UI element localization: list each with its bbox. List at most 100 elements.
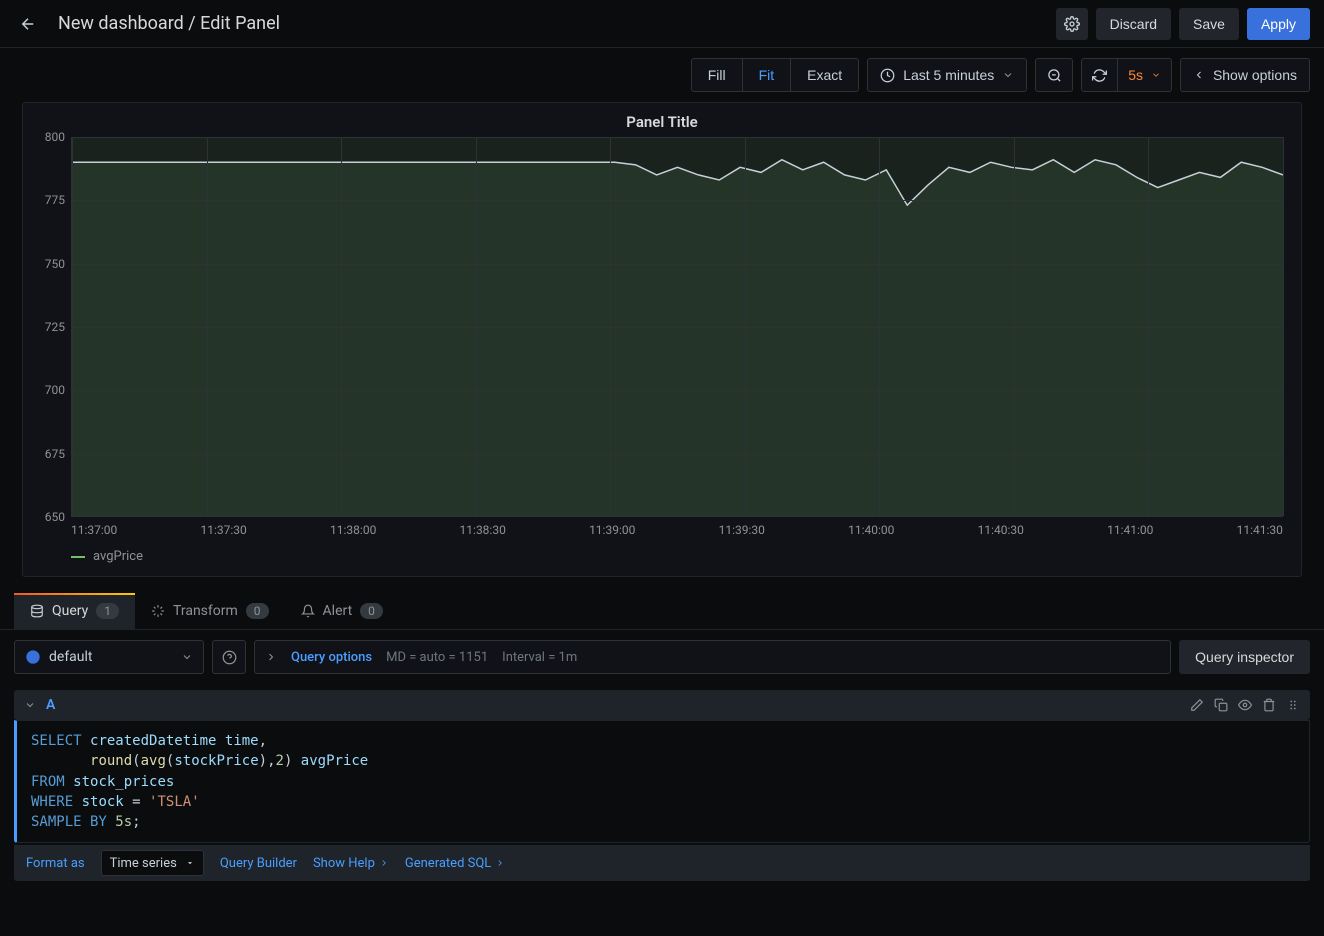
y-tick: 650 xyxy=(45,510,65,524)
query-editor: A SELECT createdDatetime time, round(avg… xyxy=(14,690,1310,881)
back-button[interactable] xyxy=(14,10,42,38)
x-tick: 11:40:30 xyxy=(978,523,1024,537)
pencil-icon xyxy=(1190,698,1204,712)
refresh-icon xyxy=(1092,68,1107,83)
query-options-interval: Interval = 1m xyxy=(502,650,577,665)
database-icon xyxy=(30,604,44,618)
x-tick: 11:37:00 xyxy=(71,523,117,537)
help-icon xyxy=(222,650,237,665)
refresh-segment: 5s xyxy=(1081,58,1172,92)
query-options-strip[interactable]: Query options MD = auto = 1151 Interval … xyxy=(254,640,1171,674)
save-button[interactable]: Save xyxy=(1179,8,1239,40)
chevron-down-icon xyxy=(1002,69,1014,81)
chevron-right-icon xyxy=(495,858,505,868)
tab-query[interactable]: Query 1 xyxy=(14,593,135,629)
breadcrumb: New dashboard / Edit Panel xyxy=(58,13,280,34)
clock-icon xyxy=(880,68,895,83)
query-row-header[interactable]: A xyxy=(14,690,1310,720)
y-axis: 650675700725750775800 xyxy=(31,137,71,517)
x-tick: 11:38:30 xyxy=(460,523,506,537)
chevron-down-icon xyxy=(24,699,36,711)
display-mode-segment: Fill Fit Exact xyxy=(691,58,859,92)
caret-down-icon xyxy=(185,858,195,868)
legend-label: avgPrice xyxy=(93,549,143,564)
format-as-label: Format as xyxy=(26,856,85,871)
tab-label: Query xyxy=(52,603,88,619)
show-options-label: Show options xyxy=(1213,67,1297,83)
exact-mode-button[interactable]: Exact xyxy=(791,59,858,91)
tab-alert[interactable]: Alert 0 xyxy=(285,593,399,629)
drag-handle[interactable] xyxy=(1286,698,1300,712)
query-options-label: Query options xyxy=(291,650,372,665)
x-tick: 11:39:30 xyxy=(719,523,765,537)
y-tick: 800 xyxy=(45,130,65,144)
x-tick: 11:41:00 xyxy=(1107,523,1153,537)
copy-icon xyxy=(1214,698,1228,712)
discard-button[interactable]: Discard xyxy=(1096,8,1171,40)
drag-icon xyxy=(1286,698,1300,712)
format-select[interactable]: Time series xyxy=(101,850,204,876)
chart-plot[interactable] xyxy=(71,137,1283,517)
fill-mode-button[interactable]: Fill xyxy=(692,59,743,91)
chevron-right-icon xyxy=(265,651,277,663)
y-tick: 675 xyxy=(45,447,65,461)
tab-label: Alert xyxy=(323,603,353,619)
datasource-value: default xyxy=(49,649,93,665)
panel-title: Panel Title xyxy=(23,103,1301,137)
header: New dashboard / Edit Panel Discard Save … xyxy=(0,0,1324,48)
legend-color-swatch xyxy=(71,556,85,558)
datasource-select[interactable]: default xyxy=(14,640,204,674)
edit-query-button[interactable] xyxy=(1190,698,1204,712)
toggle-visibility-button[interactable] xyxy=(1238,698,1252,712)
refresh-interval-value: 5s xyxy=(1128,67,1143,83)
y-tick: 725 xyxy=(45,320,65,334)
transform-icon xyxy=(151,604,165,618)
chart-panel: Panel Title 650675700725750775800 11:37:… xyxy=(22,102,1302,577)
copy-query-button[interactable] xyxy=(1214,698,1228,712)
tab-label: Transform xyxy=(173,603,238,619)
x-tick: 11:40:00 xyxy=(848,523,894,537)
chevron-down-icon xyxy=(181,651,193,663)
x-tick: 11:39:00 xyxy=(589,523,635,537)
generated-sql-link[interactable]: Generated SQL xyxy=(405,856,505,871)
eye-icon xyxy=(1238,698,1252,712)
tab-count-badge: 0 xyxy=(246,603,269,619)
query-bar: default Query options MD = auto = 1151 I… xyxy=(0,630,1324,684)
tab-count-badge: 0 xyxy=(360,603,383,619)
chevron-left-icon xyxy=(1193,69,1205,81)
gear-icon xyxy=(1064,16,1080,32)
show-help-link[interactable]: Show Help xyxy=(313,856,389,871)
query-footer: Format as Time series Query Builder Show… xyxy=(14,845,1310,881)
sql-editor[interactable]: SELECT createdDatetime time, round(avg(s… xyxy=(14,720,1310,843)
query-options-md: MD = auto = 1151 xyxy=(386,650,488,665)
chart-legend: avgPrice xyxy=(71,549,1301,564)
arrow-left-icon xyxy=(19,15,37,33)
x-axis: 11:37:00 11:37:30 11:38:00 11:38:30 11:39:00… xyxy=(71,517,1283,537)
time-range-picker[interactable]: Last 5 minutes xyxy=(867,58,1027,92)
fit-mode-button[interactable]: Fit xyxy=(743,59,792,91)
datasource-help-button[interactable] xyxy=(212,640,246,674)
query-builder-link[interactable]: Query Builder xyxy=(220,856,297,871)
x-tick: 11:38:00 xyxy=(330,523,376,537)
datasource-icon xyxy=(25,649,41,665)
x-tick: 11:37:30 xyxy=(201,523,247,537)
bell-icon xyxy=(301,604,315,618)
zoom-out-button[interactable] xyxy=(1035,58,1073,92)
settings-button[interactable] xyxy=(1056,8,1088,40)
time-range-label: Last 5 minutes xyxy=(903,67,994,83)
x-tick: 11:41:30 xyxy=(1237,523,1283,537)
refresh-interval-button[interactable]: 5s xyxy=(1118,59,1171,91)
tab-count-badge: 1 xyxy=(96,603,119,619)
query-inspector-button[interactable]: Query inspector xyxy=(1179,640,1310,674)
format-value: Time series xyxy=(110,856,177,871)
editor-tabs: Query 1 Transform 0 Alert 0 xyxy=(0,593,1324,630)
delete-query-button[interactable] xyxy=(1262,698,1276,712)
tab-transform[interactable]: Transform 0 xyxy=(135,593,285,629)
y-tick: 775 xyxy=(45,193,65,207)
trash-icon xyxy=(1262,698,1276,712)
query-name: A xyxy=(46,697,55,713)
show-options-button[interactable]: Show options xyxy=(1180,58,1310,92)
refresh-button[interactable] xyxy=(1082,59,1118,91)
chevron-right-icon xyxy=(379,858,389,868)
apply-button[interactable]: Apply xyxy=(1247,8,1310,40)
